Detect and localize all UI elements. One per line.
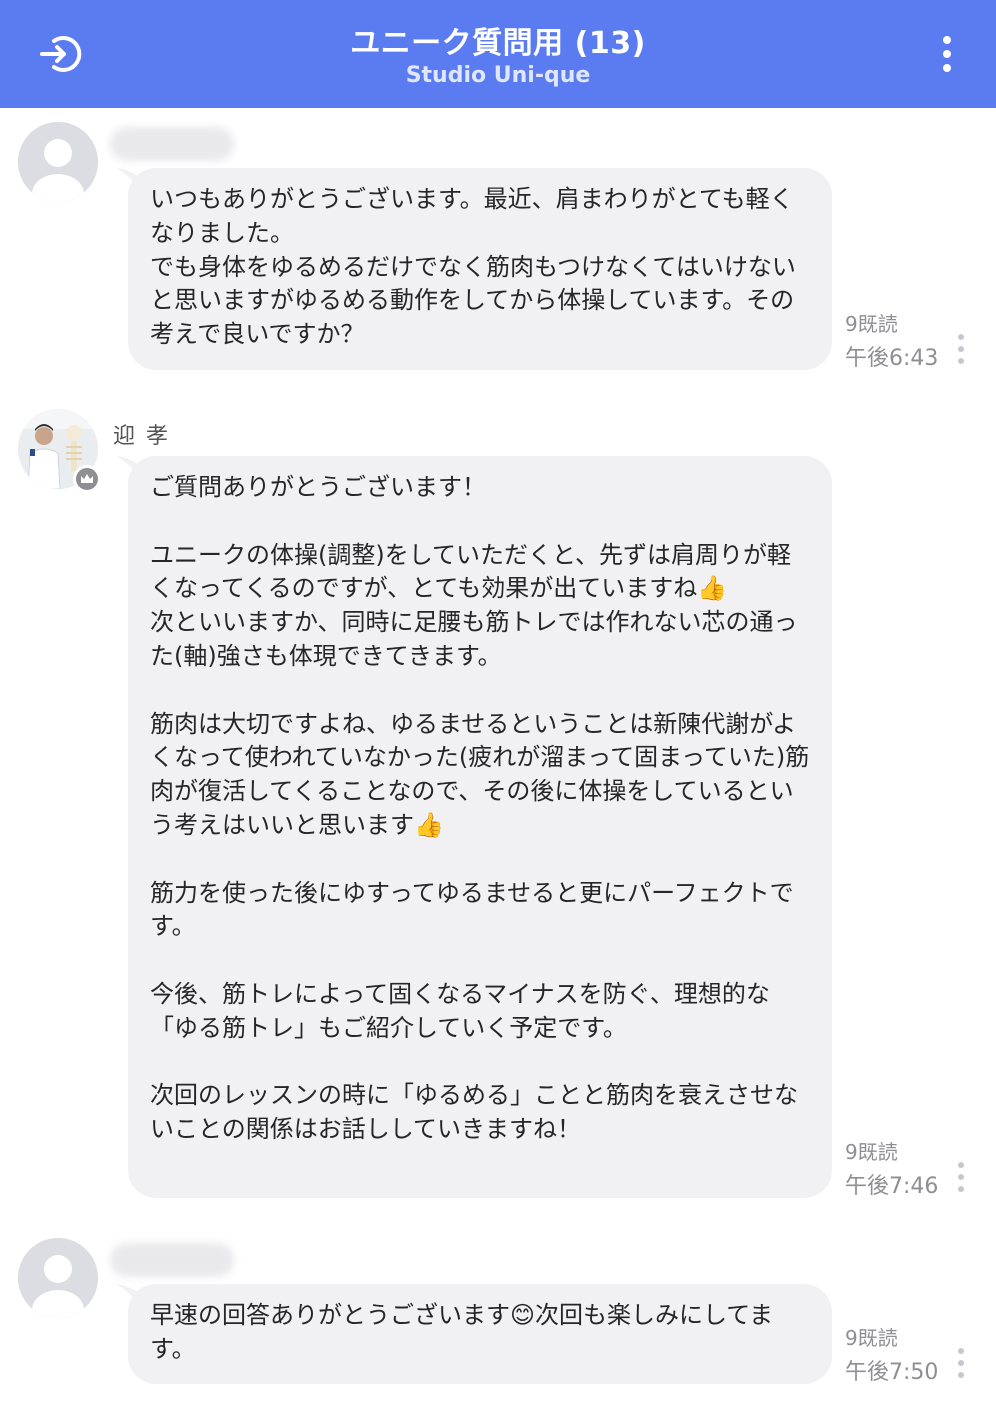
read-count: 9既読 bbox=[845, 1326, 898, 1350]
default-user-icon bbox=[18, 1238, 98, 1318]
message-time: 午後6:43 bbox=[845, 346, 939, 371]
sender-name: 迎 孝 bbox=[113, 424, 170, 449]
avatar[interactable] bbox=[18, 1238, 98, 1318]
message-time: 午後7:46 bbox=[845, 1174, 939, 1199]
message-time: 午後7:50 bbox=[845, 1360, 939, 1385]
message-bubble[interactable]: いつもありがとうございます。最近、肩まわりがとても軽くなりました。 でも身体をゆ… bbox=[128, 168, 832, 370]
read-count: 9既読 bbox=[845, 1140, 898, 1164]
more-vertical-icon[interactable] bbox=[954, 332, 968, 366]
chat-header: ユニーク質問用 (13) Studio Uni-que bbox=[0, 0, 996, 108]
more-vertical-icon[interactable] bbox=[954, 1160, 968, 1194]
sender-name-redacted bbox=[110, 127, 234, 161]
sender-name-redacted bbox=[110, 1243, 234, 1277]
message-bubble[interactable]: 早速の回答ありがとうございます😊次回も楽しみにしてます。 bbox=[128, 1284, 832, 1384]
message-bubble[interactable]: ご質問ありがとうございます！ ユニークの体操(調整)をしていただくと、先ずは肩周… bbox=[128, 456, 832, 1198]
read-count: 9既読 bbox=[845, 312, 898, 336]
avatar[interactable] bbox=[18, 122, 98, 202]
chat-title: ユニーク質問用 (13) bbox=[350, 26, 646, 61]
chat-subtitle: Studio Uni-que bbox=[405, 63, 591, 88]
admin-badge-icon bbox=[73, 465, 101, 493]
more-vertical-icon[interactable] bbox=[954, 1346, 968, 1380]
more-vertical-icon[interactable] bbox=[932, 34, 962, 74]
default-user-icon bbox=[18, 122, 98, 202]
